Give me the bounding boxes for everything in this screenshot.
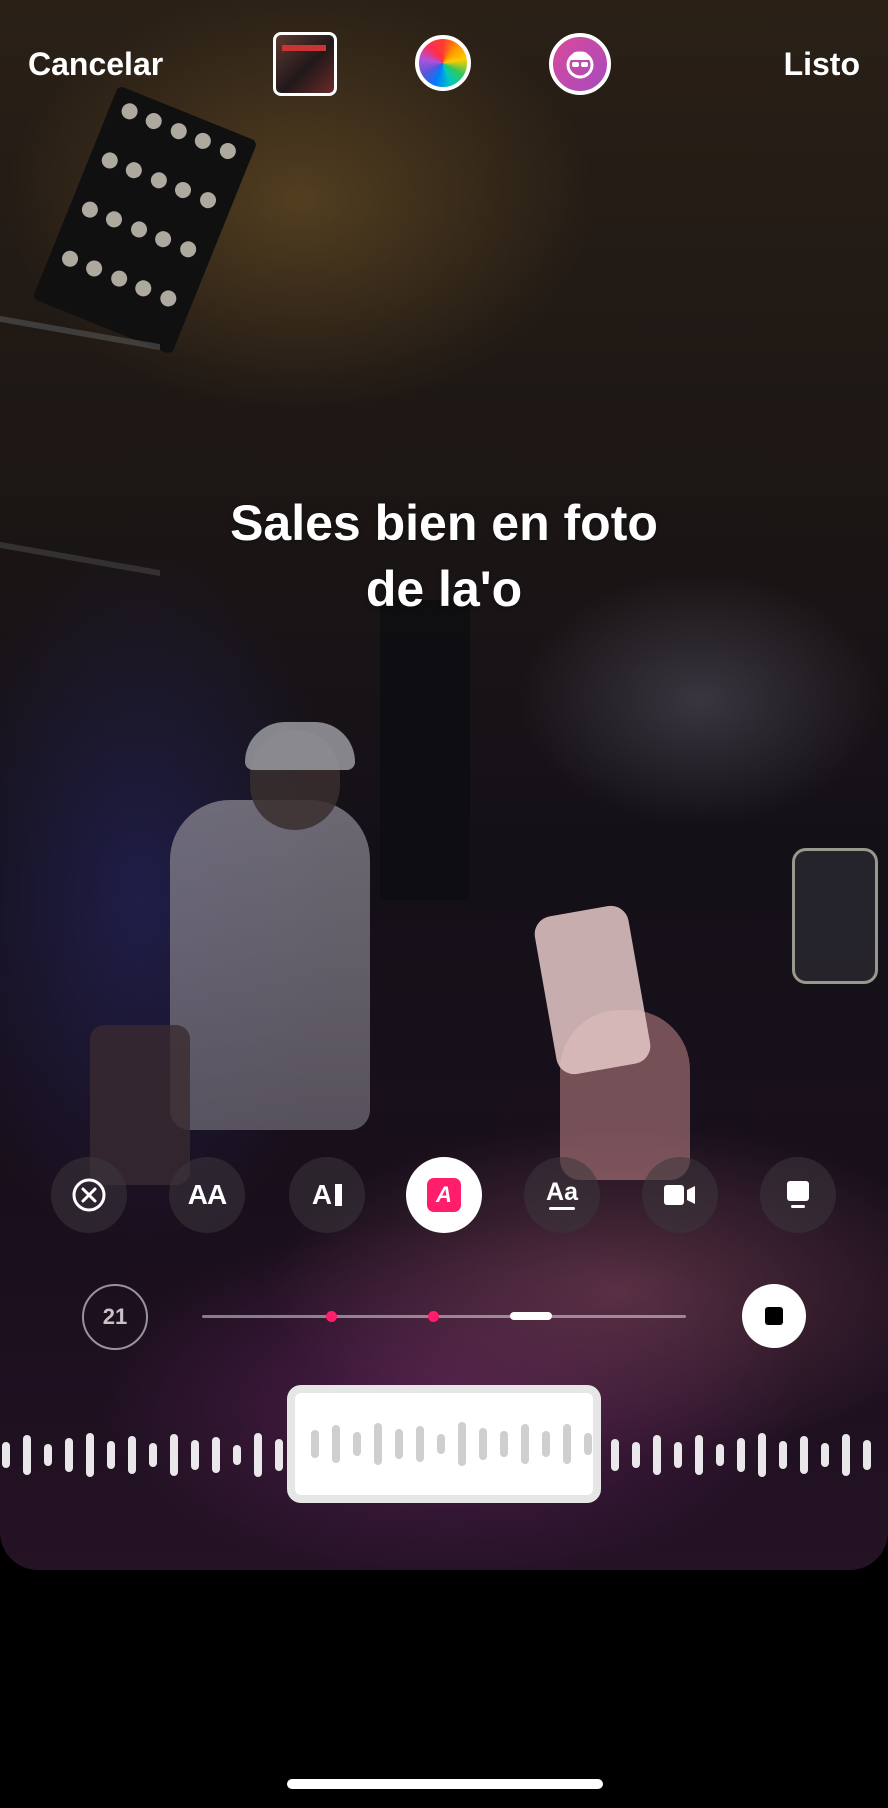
waveform-bar — [653, 1435, 661, 1475]
text-style-button[interactable]: A — [406, 1157, 482, 1233]
waveform-bar — [479, 1428, 487, 1460]
album-thumbnail[interactable] — [273, 32, 337, 96]
waveform-bar — [233, 1445, 241, 1465]
waveform-bar — [863, 1440, 871, 1470]
stop-icon — [765, 1307, 783, 1325]
card-icon — [787, 1181, 809, 1208]
waveform-bar — [521, 1424, 529, 1464]
waveform-bar — [437, 1434, 445, 1454]
waveform-bar — [254, 1433, 262, 1477]
cursor-bar-icon — [335, 1184, 343, 1206]
close-circle-icon — [72, 1178, 106, 1212]
caption-line: Sales bien en foto — [230, 495, 658, 551]
waveform-bar — [107, 1441, 115, 1469]
background-card-button[interactable] — [760, 1157, 836, 1233]
waveform-bar — [128, 1436, 136, 1474]
waveform-bar — [416, 1426, 424, 1462]
waveform-bar — [212, 1437, 220, 1473]
waveform-bar — [632, 1442, 640, 1468]
waveform-bar — [674, 1442, 682, 1468]
waveform-bar — [542, 1431, 550, 1457]
timeline-current-segment[interactable] — [510, 1312, 552, 1320]
text-style-icon: A — [427, 1178, 461, 1212]
waveform-bar — [695, 1435, 703, 1475]
text-animation-button[interactable]: Aa — [524, 1157, 600, 1233]
color-wheel-icon[interactable] — [415, 35, 471, 91]
underline-icon — [549, 1207, 575, 1210]
animation-label: Aa — [546, 1178, 578, 1206]
font-button[interactable]: AA — [169, 1157, 245, 1233]
waveform-bar — [275, 1439, 283, 1471]
waveform-bar — [584, 1433, 592, 1455]
waveform-bar — [758, 1433, 766, 1477]
stage-light-fixture — [32, 85, 258, 355]
audio-range-selector[interactable] — [287, 1385, 601, 1503]
face-effect-icon — [566, 51, 594, 79]
waveform-bar — [353, 1432, 361, 1456]
waveform-bar — [779, 1441, 787, 1469]
waveform-bar — [821, 1443, 829, 1467]
align-button[interactable]: A — [289, 1157, 365, 1233]
timeline-track[interactable] — [202, 1315, 686, 1318]
duration-counter[interactable]: 21 — [82, 1284, 148, 1350]
waveform-bar — [842, 1434, 850, 1476]
waveform-bar — [563, 1424, 571, 1464]
timeline-marker[interactable] — [326, 1311, 337, 1322]
timeline-marker[interactable] — [428, 1311, 439, 1322]
waveform-bar — [191, 1440, 199, 1470]
video-icon — [664, 1185, 695, 1205]
performer-cap — [245, 722, 355, 770]
align-label: A — [311, 1179, 333, 1210]
waveform-bar — [332, 1425, 340, 1463]
remove-text-button[interactable] — [51, 1157, 127, 1233]
stop-button[interactable] — [742, 1284, 806, 1348]
waveform-bar — [737, 1438, 745, 1472]
caption-line: de la'o — [365, 561, 523, 617]
cancel-button[interactable]: Cancelar — [28, 46, 163, 83]
waveform-bar — [311, 1430, 319, 1458]
waveform-bar — [500, 1431, 508, 1457]
video-effect-button[interactable] — [642, 1157, 718, 1233]
done-button[interactable]: Listo — [784, 46, 860, 83]
waveform-bar — [395, 1429, 403, 1459]
speaker-stack — [380, 600, 470, 900]
story-media-canvas: Cancelar Listo Sales bien en foto de la'… — [0, 0, 888, 1570]
audience-phone — [792, 848, 878, 984]
waveform-bar — [23, 1435, 31, 1475]
story-text-caption[interactable]: Sales bien en foto de la'o — [0, 490, 888, 622]
waveform-bar — [170, 1434, 178, 1476]
face-effect-button[interactable] — [549, 33, 611, 95]
font-label: AA — [187, 1179, 227, 1210]
waveform-bar — [44, 1444, 52, 1466]
waveform-bar — [611, 1439, 619, 1471]
waveform-bar — [374, 1423, 382, 1465]
waveform-bar — [800, 1436, 808, 1474]
waveform-bar — [86, 1433, 94, 1477]
waveform-bar — [2, 1442, 10, 1468]
waveform-bar — [716, 1444, 724, 1466]
home-indicator[interactable] — [287, 1779, 603, 1789]
waveform-bar — [65, 1438, 73, 1472]
waveform-bar — [458, 1422, 466, 1466]
text-style-label: A — [436, 1182, 452, 1207]
waveform-bar — [149, 1443, 157, 1467]
